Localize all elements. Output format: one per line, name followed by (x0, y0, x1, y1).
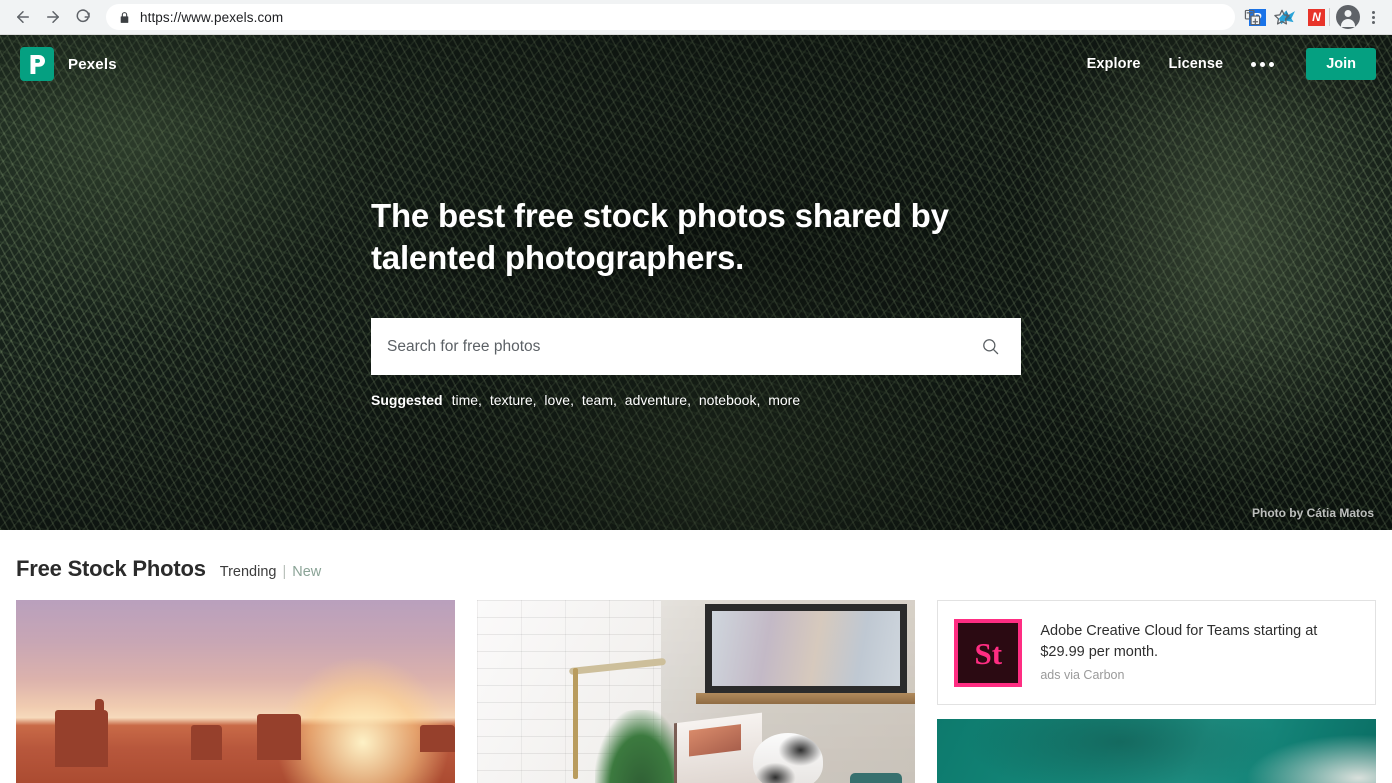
section-filters: Trending | New (220, 564, 322, 580)
join-button[interactable]: Join (1306, 47, 1376, 81)
photo-card-desert-sunset[interactable] (16, 600, 455, 783)
ad-text: Adobe Creative Cloud for Teams starting … (1040, 619, 1330, 682)
mug (849, 772, 903, 783)
window-sill (696, 693, 916, 705)
section-header: Free Stock Photos Trending | New (16, 530, 1376, 600)
dog (753, 733, 824, 783)
more-menu-icon[interactable] (1251, 61, 1275, 67)
suggested-tag-team[interactable]: team (582, 392, 613, 408)
hero-banner: Pexels Explore License Join The best fre… (0, 35, 1392, 530)
main-content: Free Stock Photos Trending | New St Adob… (0, 530, 1392, 783)
adobe-stock-logo: St (954, 619, 1023, 687)
photo-grid: St Adobe Creative Cloud for Teams starti… (16, 600, 1377, 783)
reload-button[interactable] (68, 2, 98, 32)
grid-column-2 (476, 600, 916, 783)
site-nav: Explore License Join (1087, 47, 1376, 81)
brand-logo-link[interactable]: Pexels (20, 47, 117, 81)
pexels-logo-icon (20, 47, 54, 81)
filter-separator: | (282, 564, 287, 580)
photo-card-teal-water[interactable] (937, 719, 1377, 783)
ad-headline[interactable]: Adobe Creative Cloud for Teams starting … (1040, 621, 1330, 662)
lock-icon (118, 11, 131, 24)
window-frame (704, 603, 907, 694)
search-icon[interactable] (977, 334, 1003, 360)
suggested-tag-more[interactable]: more (768, 392, 800, 408)
brand-name: Pexels (68, 55, 117, 73)
ad-source[interactable]: ads via Carbon (1040, 668, 1330, 682)
omnibox-actions (1238, 3, 1296, 31)
back-button[interactable] (8, 2, 38, 32)
page-title: Free Stock Photos (16, 556, 206, 581)
photo-credit[interactable]: Photo by Cátia Matos (1252, 506, 1374, 520)
suggested-tag-time[interactable]: time (452, 392, 478, 408)
lamp-arm (573, 668, 579, 779)
filter-new[interactable]: New (292, 564, 321, 580)
filter-trending[interactable]: Trending (220, 564, 277, 580)
suggested-tag-texture[interactable]: texture (490, 392, 533, 408)
url-text: https://www.pexels.com (140, 9, 284, 25)
suggested-tag-love[interactable]: love (544, 392, 570, 408)
hero-title: The best free stock photos shared by tal… (371, 197, 949, 276)
extension-news-icon[interactable]: N (1308, 8, 1325, 26)
site-header: Pexels Explore License Join (0, 35, 1392, 93)
profile-avatar-icon[interactable] (1334, 3, 1362, 31)
suggested-label: Suggested (371, 392, 443, 409)
browser-toolbar: https://www.pexels.com P N (0, 0, 1392, 35)
nav-link-explore[interactable]: Explore (1087, 56, 1141, 72)
star-icon[interactable] (1268, 3, 1296, 31)
address-bar[interactable]: https://www.pexels.com (106, 4, 1235, 30)
search-input[interactable] (371, 318, 977, 376)
grid-column-3: St Adobe Creative Cloud for Teams starti… (937, 600, 1377, 783)
kebab-menu-icon[interactable] (1362, 10, 1384, 24)
tablet (674, 712, 762, 783)
grid-column-1 (16, 600, 455, 783)
translate-icon[interactable] (1238, 3, 1266, 31)
forward-button[interactable] (38, 2, 68, 32)
nav-link-license[interactable]: License (1168, 56, 1223, 72)
suggested-tags: Suggested time, texture, love, team, adv… (371, 392, 801, 409)
hero-search-bar[interactable] (371, 318, 1021, 376)
advertisement-card[interactable]: St Adobe Creative Cloud for Teams starti… (937, 600, 1377, 705)
suggested-tag-adventure[interactable]: adventure (625, 392, 687, 408)
suggested-tag-notebook[interactable]: notebook (699, 392, 757, 408)
photo-card-interior-workspace[interactable] (476, 600, 916, 783)
toolbar-divider (1329, 8, 1330, 26)
hero-content: The best free stock photos shared by tal… (0, 195, 1392, 408)
